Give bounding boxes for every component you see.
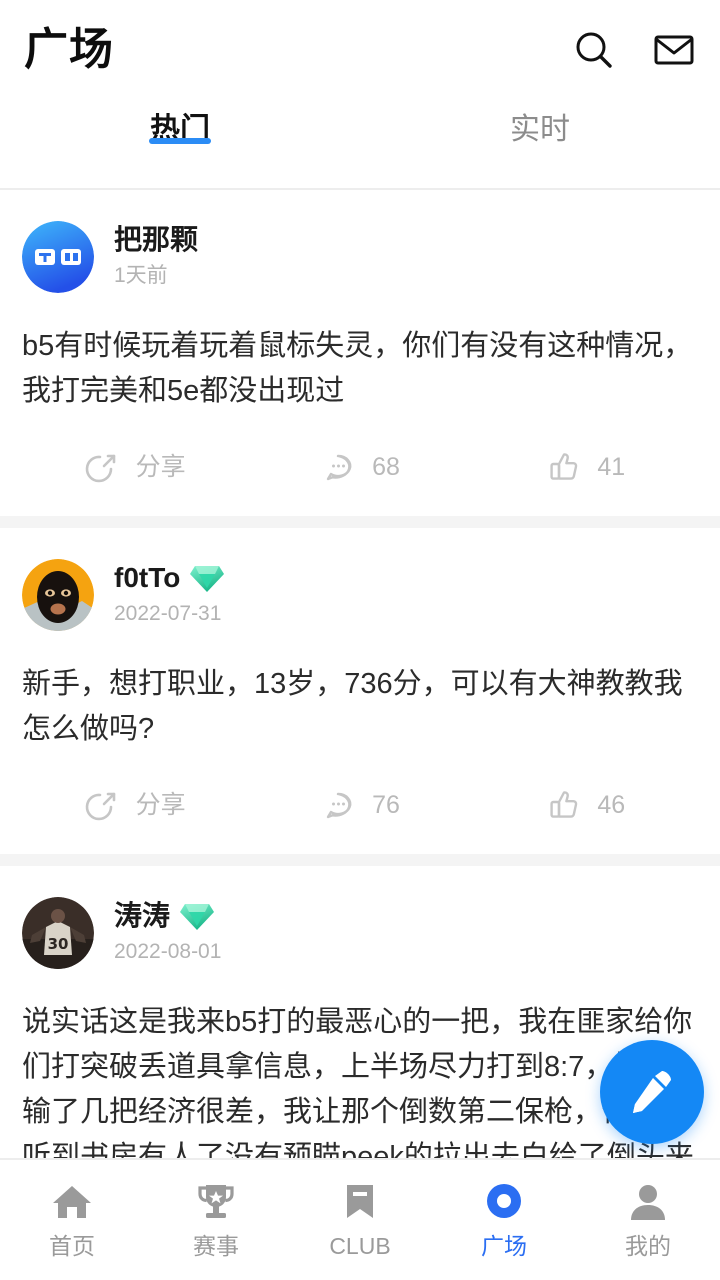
user-line: 把那颗 <box>114 223 198 257</box>
tab-active-underline <box>149 138 211 144</box>
share-label: 分享 <box>135 453 186 481</box>
comment-count: 76 <box>372 791 400 819</box>
user-meta: f0tTo 2022-07-31 <box>114 561 225 629</box>
svg-text:30: 30 <box>48 935 69 953</box>
post-divider <box>0 516 720 528</box>
user-meta: 涛涛 2022-08-01 <box>114 899 221 967</box>
user-meta: 把那颗 1天前 <box>114 223 198 291</box>
comment-button[interactable]: 68 <box>247 449 472 485</box>
post-timestamp: 1天前 <box>114 264 168 287</box>
like-count: 41 <box>597 453 626 481</box>
post-header: f0tTo 2022-07-31 <box>22 528 698 636</box>
search-icon[interactable] <box>572 28 616 72</box>
share-icon <box>84 449 120 485</box>
feed-tabs: 热门 实时 <box>0 100 720 190</box>
share-icon <box>84 787 120 823</box>
share-label: 分享 <box>135 791 186 819</box>
nav-label-events: 赛事 <box>193 1233 239 1259</box>
thumbs-up-icon <box>545 787 581 823</box>
share-button[interactable]: 分享 <box>22 787 247 823</box>
nav-label-home: 首页 <box>49 1233 95 1259</box>
avatar[interactable]: 30 <box>22 897 94 969</box>
tab-realtime-label: 实时 <box>510 113 570 146</box>
post-timestamp: 2022-07-31 <box>114 602 222 625</box>
comment-icon <box>320 787 356 823</box>
tabs-divider <box>0 188 720 190</box>
page-title: 广场 <box>24 25 114 74</box>
bottom-navigation: 首页 赛事 CLUB 广场 我的 <box>0 1158 720 1280</box>
post-actions: 分享 68 41 <box>22 418 698 516</box>
post-timestamp: 2022-08-01 <box>114 940 222 963</box>
post-content: 新手，想打职业，13岁，736分，可以有大神教教我怎么做吗? <box>22 668 683 745</box>
tab-hot-label: 热门 <box>150 113 210 146</box>
mail-icon[interactable] <box>652 28 696 72</box>
plaza-circle-icon <box>482 1180 526 1224</box>
thumbs-up-icon <box>545 449 581 485</box>
nav-item-home[interactable]: 首页 <box>0 1180 144 1260</box>
comment-count: 68 <box>372 453 400 481</box>
comment-button[interactable]: 76 <box>247 787 472 823</box>
nav-item-plaza[interactable]: 广场 <box>432 1180 576 1260</box>
nav-label-mine: 我的 <box>625 1233 671 1259</box>
bookmark-icon <box>338 1180 382 1224</box>
post-username[interactable]: f0tTo <box>114 561 180 595</box>
home-icon <box>50 1180 94 1224</box>
share-button[interactable]: 分享 <box>22 449 247 485</box>
user-line: 涛涛 <box>114 899 221 933</box>
post-username[interactable]: 涛涛 <box>114 899 170 933</box>
nav-label-club: CLUB <box>329 1233 391 1259</box>
gem-badge-icon <box>180 901 215 931</box>
post-item[interactable]: f0tTo 2022-07-31 新手，想打职业，13岁，736分，可以有大神教… <box>0 528 720 854</box>
header-actions <box>572 28 696 72</box>
post-header: 把那颗 1天前 <box>22 190 698 298</box>
comment-icon <box>320 449 356 485</box>
nav-label-plaza: 广场 <box>481 1233 527 1259</box>
post-header: 30 涛涛 2022-08-01 <box>22 866 698 974</box>
nav-item-mine[interactable]: 我的 <box>576 1180 720 1260</box>
app-header: 广场 <box>0 0 720 100</box>
post-actions: 分享 76 46 <box>22 756 698 854</box>
avatar[interactable] <box>22 559 94 631</box>
pencil-icon <box>626 1066 678 1118</box>
gem-badge-icon <box>190 563 225 593</box>
post-divider <box>0 854 720 866</box>
compose-fab-button[interactable] <box>600 1040 704 1144</box>
app-screen: 广场 热门 实时 把那颗 1天前 b5有时候玩着玩着鼠标失灵，你们有没有这种情况… <box>0 0 720 1280</box>
post-username[interactable]: 把那颗 <box>114 223 198 257</box>
nav-item-club[interactable]: CLUB <box>288 1180 432 1260</box>
person-icon <box>626 1180 670 1224</box>
like-button[interactable]: 41 <box>473 449 698 485</box>
nav-item-events[interactable]: 赛事 <box>144 1180 288 1260</box>
trophy-icon <box>194 1180 238 1224</box>
post-content: b5有时候玩着玩着鼠标失灵，你们有没有这种情况，我打完美和5e都没出现过 <box>22 330 693 407</box>
tab-realtime[interactable]: 实时 <box>360 100 720 152</box>
post-item[interactable]: 把那颗 1天前 b5有时候玩着玩着鼠标失灵，你们有没有这种情况，我打完美和5e都… <box>0 190 720 516</box>
user-line: f0tTo <box>114 561 225 595</box>
like-button[interactable]: 46 <box>473 787 698 823</box>
avatar[interactable] <box>22 221 94 293</box>
tab-hot[interactable]: 热门 <box>0 100 360 152</box>
like-count: 46 <box>597 791 626 819</box>
